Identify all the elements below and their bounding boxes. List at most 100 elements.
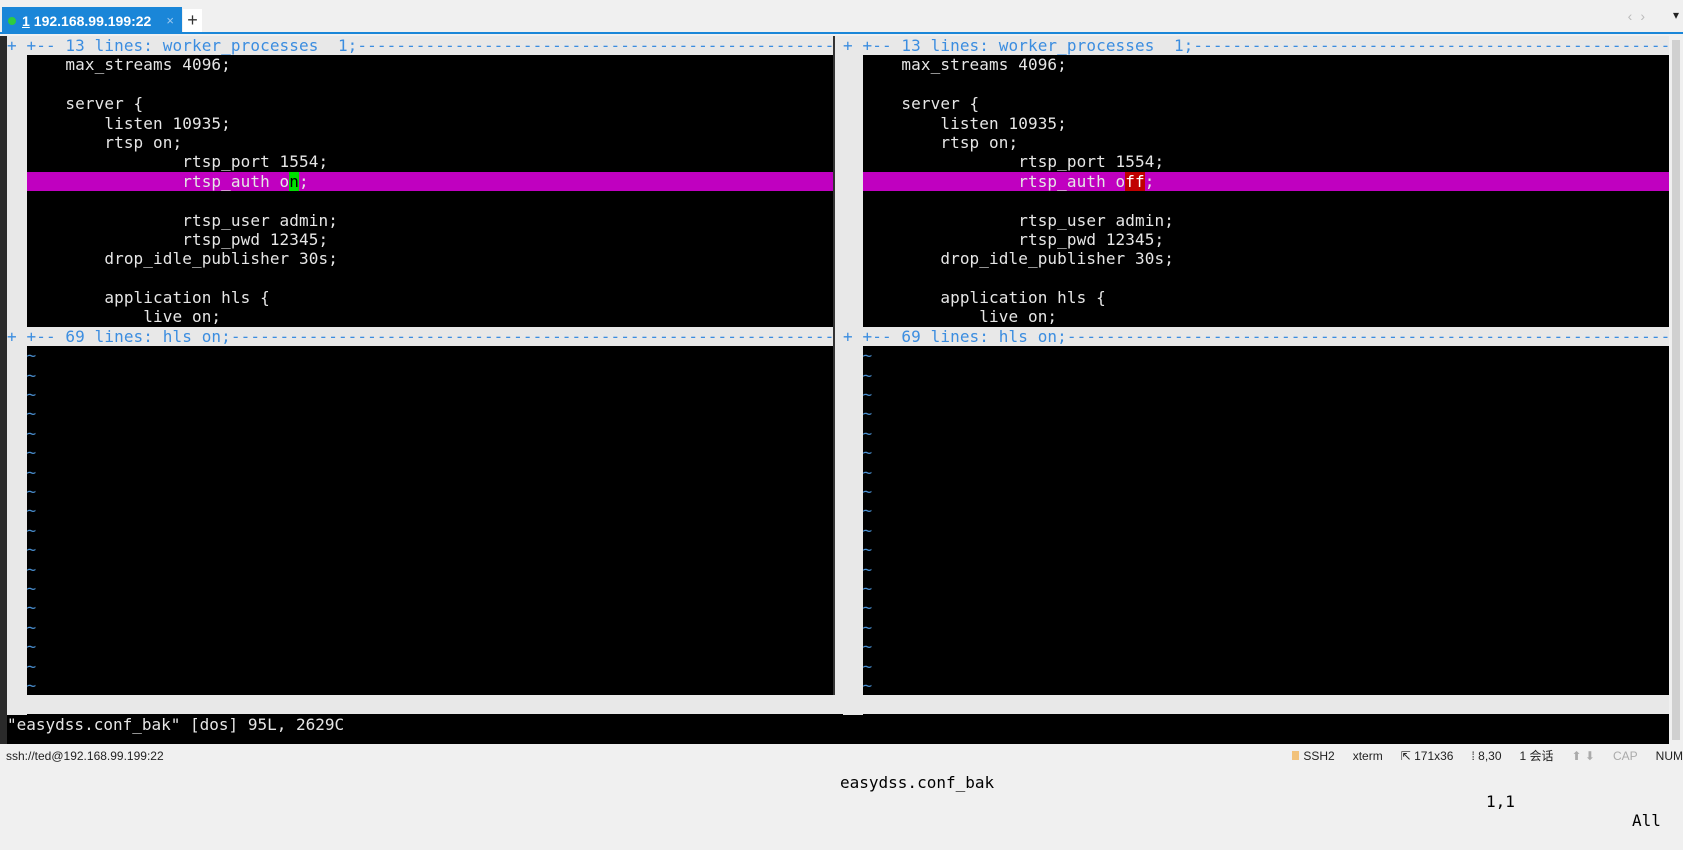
code-line <box>843 75 1669 94</box>
fold-line: ++-- 13 lines: worker_processes 1;------… <box>7 36 833 55</box>
tab-scroll-arrows[interactable]: ‹› <box>1628 8 1653 24</box>
tab-title: 192.168.99.199:22 <box>34 13 152 29</box>
tilde-marker: ~ <box>27 463 834 482</box>
tab-session-1[interactable]: 1 192.168.99.199:22 × <box>2 7 182 34</box>
code-line-text: live on; <box>27 307 834 326</box>
empty-line: ~ <box>7 501 833 520</box>
fold-column <box>7 424 27 443</box>
scrollbar-thumb[interactable] <box>1672 40 1680 740</box>
left-diff-pane[interactable]: ++-- 13 lines: worker_processes 1;------… <box>7 36 833 715</box>
tilde-marker: ~ <box>27 404 834 423</box>
fold-line: ++-- 69 lines: hls on;------------------… <box>7 327 833 346</box>
new-tab-button[interactable]: + <box>183 9 202 32</box>
code-line-text <box>27 269 834 288</box>
empty-line: ~ <box>7 366 833 385</box>
empty-line: ~ <box>843 463 1669 482</box>
terminal-size: ⇱ 171x36 <box>1401 744 1454 769</box>
fold-column <box>843 560 863 579</box>
fold-text: +-- 13 lines: worker_processes 1;-------… <box>863 36 1683 55</box>
app-status-bar: ssh://ted@192.168.99.199:22 SSH2 xterm ⇱… <box>0 744 1683 769</box>
code-line-text: listen 10935; <box>863 114 1670 133</box>
empty-line: ~ <box>7 424 833 443</box>
fold-column <box>7 55 27 74</box>
session-count: 1 会话 <box>1520 744 1554 769</box>
empty-line: ~ <box>843 598 1669 617</box>
empty-line: ~ <box>843 366 1669 385</box>
tilde-marker: ~ <box>863 385 1670 404</box>
fold-column <box>7 152 27 171</box>
right-cursor-position: 1,1 <box>1486 792 1515 811</box>
fold-line: ++-- 13 lines: worker_processes 1;------… <box>843 36 1669 55</box>
prev-tab-icon[interactable]: ‹ <box>1628 8 1641 24</box>
changed-text-suffix: ; <box>299 172 309 191</box>
code-line-text: max_streams 4096; <box>27 55 834 74</box>
code-line-text <box>27 191 834 210</box>
tilde-marker: ~ <box>863 463 1670 482</box>
fold-column: + <box>843 36 863 55</box>
num-lock-indicator: NUM <box>1656 744 1683 769</box>
code-line-text: server { <box>27 94 834 113</box>
fold-column <box>7 463 27 482</box>
code-line-text: rtsp_pwd 12345; <box>27 230 834 249</box>
next-tab-icon[interactable]: › <box>1640 8 1653 24</box>
fold-column <box>7 307 27 326</box>
close-tab-icon[interactable]: × <box>166 13 174 28</box>
vertical-split-divider[interactable] <box>833 36 843 695</box>
tilde-marker: ~ <box>27 676 834 695</box>
code-line-text: drop_idle_publisher 30s; <box>27 249 834 268</box>
empty-line: ~ <box>843 424 1669 443</box>
fold-column <box>7 676 27 695</box>
right-scroll-position: All <box>1632 811 1661 830</box>
code-line-text: rtsp_port 1554; <box>27 152 834 171</box>
tilde-marker: ~ <box>27 618 834 637</box>
code-line: rtsp_port 1554; <box>843 152 1669 171</box>
changed-line: rtsp_auth on; <box>7 172 833 191</box>
tilde-marker: ~ <box>863 521 1670 540</box>
empty-line: ~ <box>7 579 833 598</box>
fold-column <box>7 404 27 423</box>
code-line: server { <box>7 94 833 113</box>
connection-path: ssh://ted@192.168.99.199:22 <box>6 744 164 769</box>
empty-line: ~ <box>843 579 1669 598</box>
right-diff-pane[interactable]: ++-- 13 lines: worker_processes 1;------… <box>843 36 1669 715</box>
tilde-marker: ~ <box>27 540 834 559</box>
fold-column <box>7 269 27 288</box>
fold-column <box>7 501 27 520</box>
changed-line: rtsp_auth off; <box>843 172 1669 191</box>
code-line: rtsp_pwd 12345; <box>843 230 1669 249</box>
fold-column <box>843 385 863 404</box>
fold-column <box>843 501 863 520</box>
fold-column <box>843 366 863 385</box>
fold-line: ++-- 69 lines: hls on;------------------… <box>843 327 1669 346</box>
empty-line: ~ <box>7 540 833 559</box>
fold-column <box>843 443 863 462</box>
fold-column <box>843 657 863 676</box>
diff-text-highlight: ff <box>1125 172 1144 191</box>
fold-column <box>7 75 27 94</box>
empty-line: ~ <box>843 482 1669 501</box>
empty-line: ~ <box>7 560 833 579</box>
changed-text-suffix: ; <box>1145 172 1155 191</box>
code-line: max_streams 4096; <box>7 55 833 74</box>
tilde-marker: ~ <box>863 618 1670 637</box>
fold-column <box>7 560 27 579</box>
code-line <box>7 191 833 210</box>
code-line <box>843 269 1669 288</box>
tilde-marker: ~ <box>27 385 834 404</box>
tab-list-dropdown-icon[interactable]: ▾ <box>1673 8 1679 22</box>
tilde-marker: ~ <box>863 366 1670 385</box>
fold-column <box>7 211 27 230</box>
code-line <box>7 75 833 94</box>
changed-line-text: rtsp_auth off; <box>863 172 1670 191</box>
empty-line: ~ <box>843 637 1669 656</box>
fold-column <box>843 540 863 559</box>
fold-column: + <box>7 36 27 55</box>
code-line: rtsp_pwd 12345; <box>7 230 833 249</box>
tilde-marker: ~ <box>863 676 1670 695</box>
code-line: listen 10935; <box>7 114 833 133</box>
code-line: rtsp_port 1554; <box>7 152 833 171</box>
terminal-scrollbar[interactable] <box>1669 36 1683 744</box>
terminal[interactable]: ++-- 13 lines: worker_processes 1;------… <box>0 36 1683 744</box>
tilde-marker: ~ <box>863 637 1670 656</box>
tilde-marker: ~ <box>863 482 1670 501</box>
